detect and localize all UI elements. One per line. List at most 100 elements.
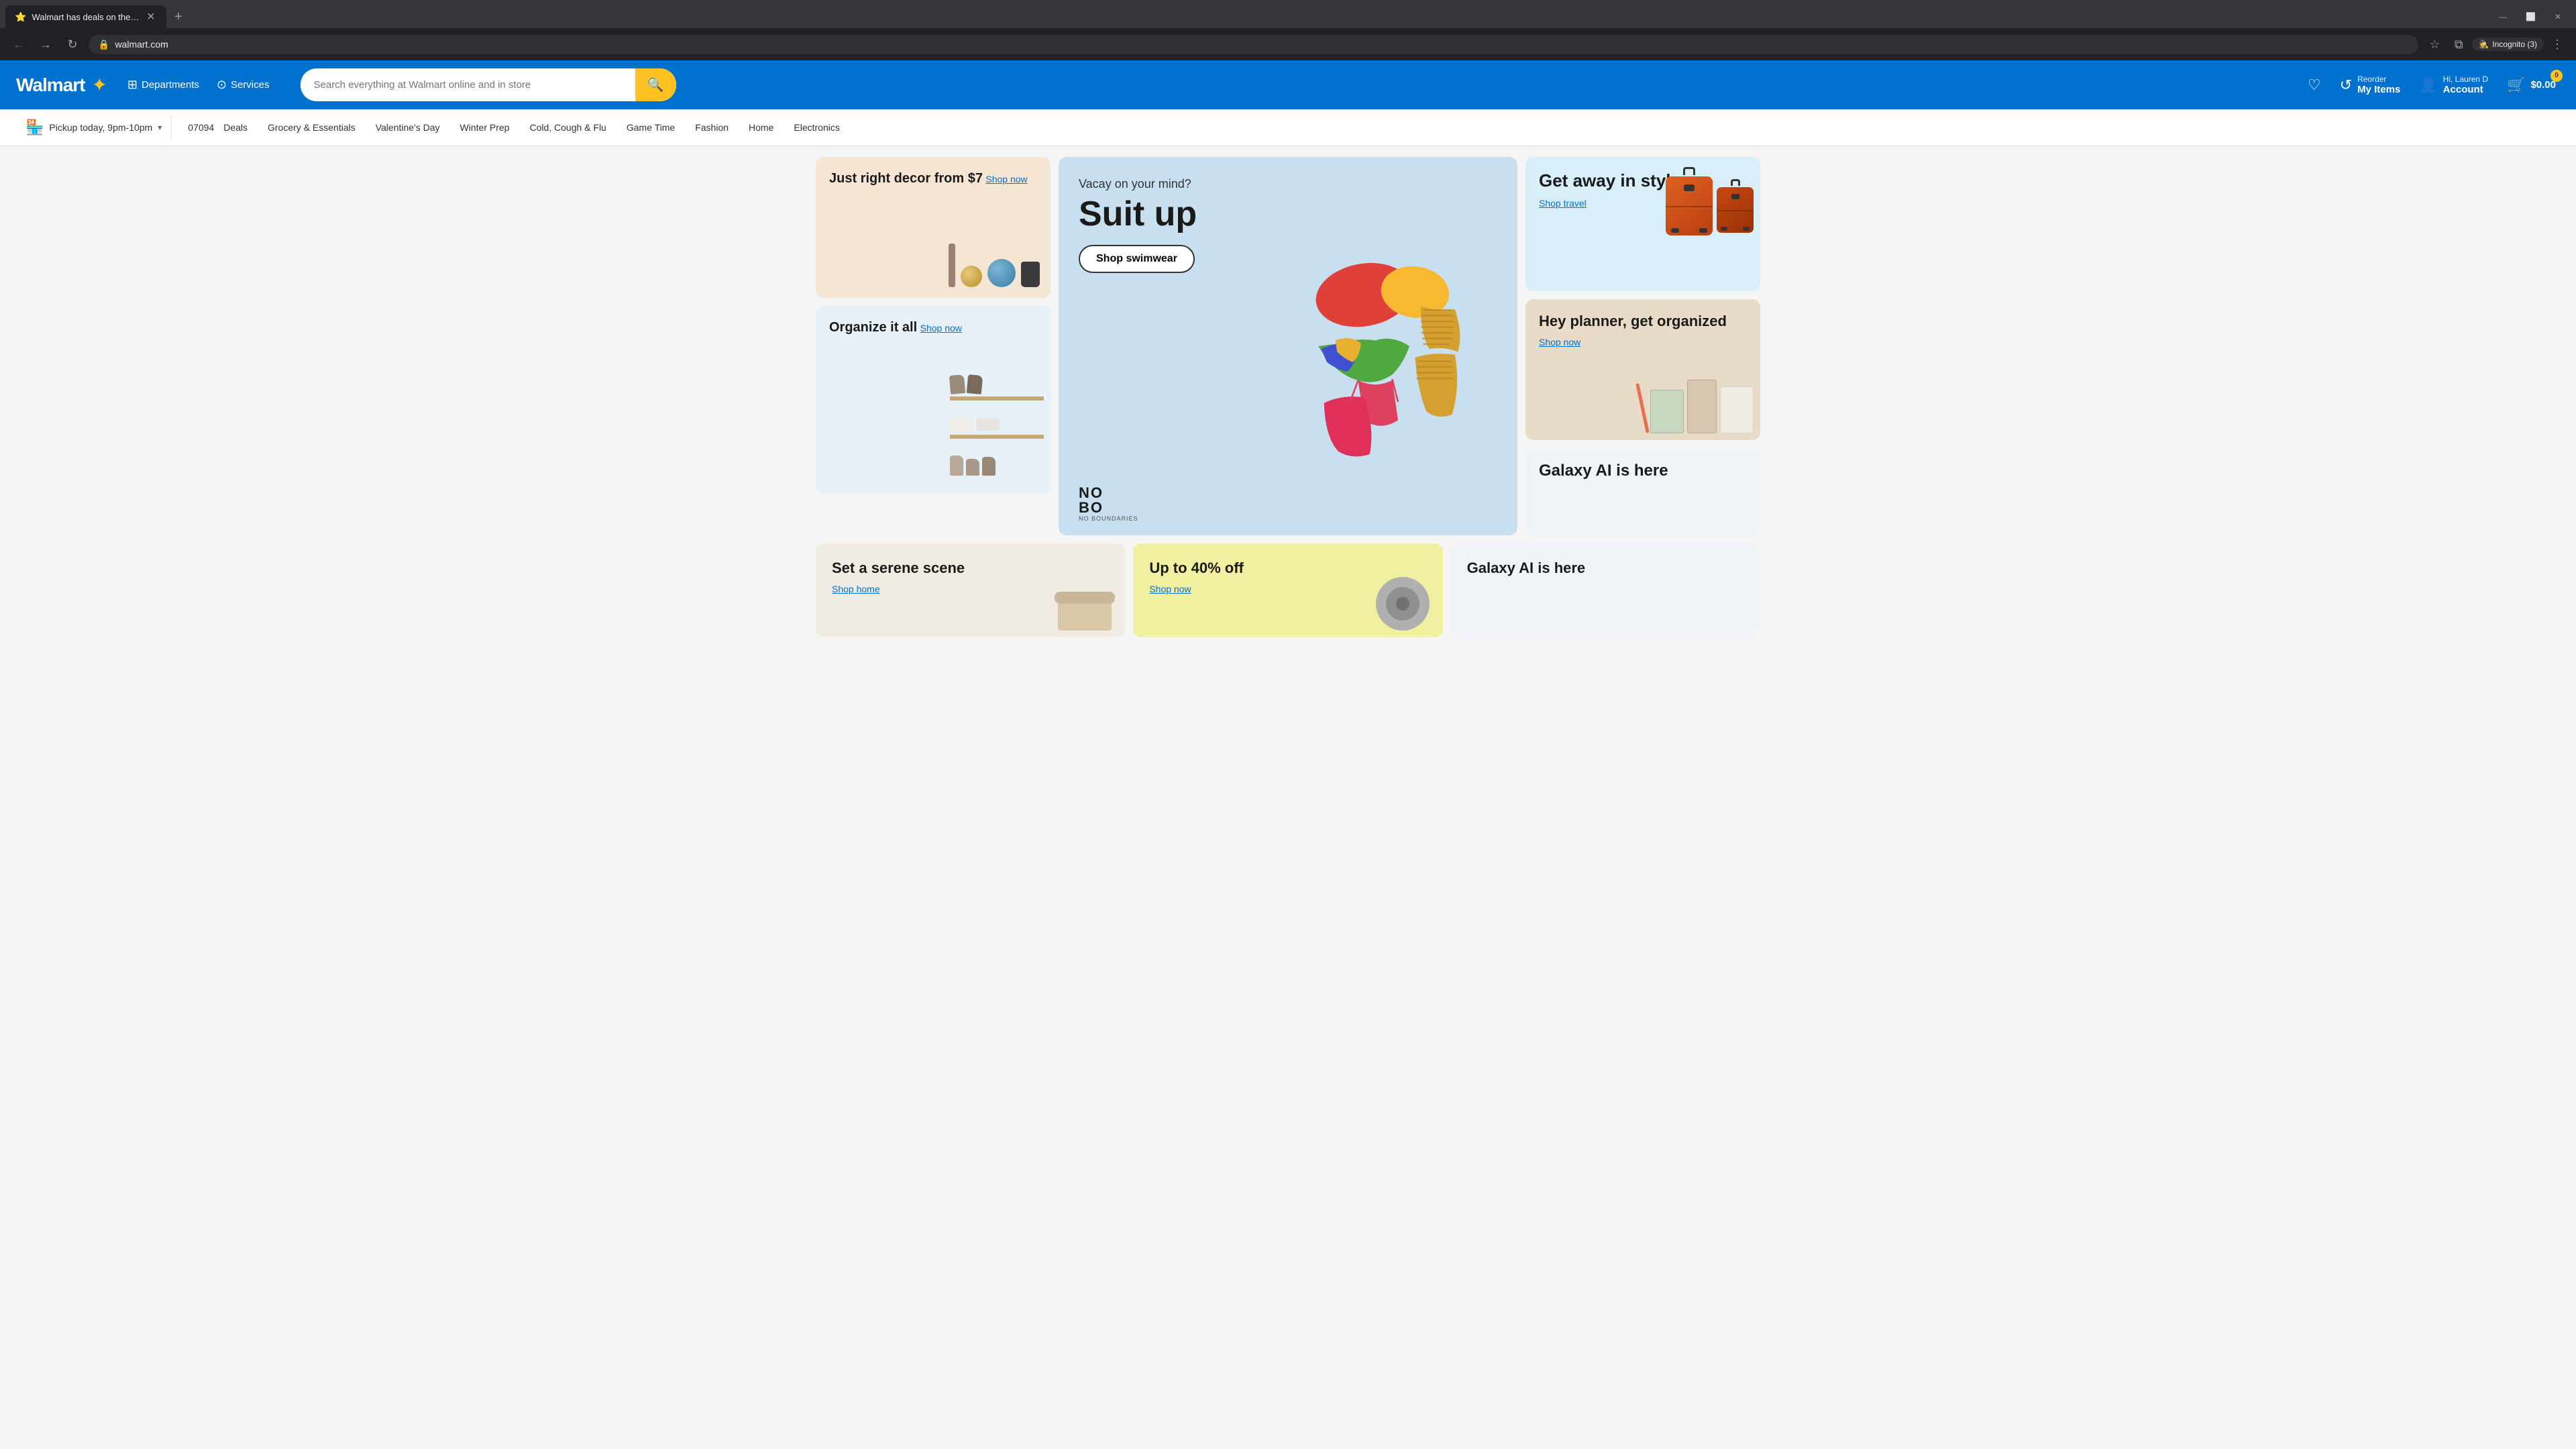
decor-title: Just right decor from $7 [829, 171, 983, 186]
subnav-grocery[interactable]: Grocery & Essentials [258, 118, 365, 137]
shoe-5 [982, 457, 996, 476]
cart-button[interactable]: 🛒 0 $0.00 [2503, 72, 2560, 98]
pickup-selector[interactable]: 🏪 Pickup today, 9pm-10pm ▾ [16, 115, 172, 140]
large-suitcase [1666, 167, 1713, 235]
notebook-1 [1650, 390, 1684, 433]
travel-shop-link[interactable]: Shop travel [1539, 198, 1587, 209]
subnav-electronics[interactable]: Electronics [784, 118, 849, 137]
brand-subtitle: NO BOUNDARIES [1079, 515, 1138, 522]
incognito-badge: 🕵 Incognito (3) [2472, 38, 2544, 51]
reload-button[interactable]: ↻ [62, 34, 83, 55]
account-button[interactable]: 👤 Hi, Lauren D Account [2415, 70, 2492, 99]
hero-title: Suit up [1079, 197, 1497, 231]
subnav-home[interactable]: Home [739, 118, 783, 137]
bookmark-button[interactable]: ☆ [2424, 34, 2445, 55]
browser-toolbar: ← → ↻ 🔒 ☆ ⧉ 🕵 Incognito (3) ⋮ [0, 28, 2576, 60]
close-button[interactable]: ✕ [2545, 9, 2571, 24]
departments-button[interactable]: ⊞ Departments [121, 74, 206, 96]
shoe-3 [950, 455, 963, 476]
shelf-visual [943, 360, 1051, 494]
reorder-text: Reorder My Items [2357, 74, 2400, 95]
planner-title: Hey planner, get organized [1539, 313, 1747, 330]
maximize-button[interactable]: ⬜ [2516, 9, 2545, 24]
subnav-game[interactable]: Game Time [617, 118, 684, 137]
organize-promo-card[interactable]: Organize it all Shop now [816, 306, 1051, 494]
decor-items [949, 244, 1040, 287]
shelves [943, 360, 1051, 494]
address-bar[interactable]: 🔒 [89, 35, 2418, 54]
tab-favicon: ⭐ [15, 11, 26, 23]
walmart-site: Walmart ✦ ⊞ Departments ⊙ Services 🔍 [0, 60, 2576, 648]
appliance-visual [1376, 577, 1430, 631]
minimize-button[interactable]: — [2489, 9, 2516, 24]
forward-button[interactable]: → [35, 34, 56, 55]
shop-swimwear-button[interactable]: Shop swimwear [1079, 245, 1195, 273]
header-main: Walmart ✦ ⊞ Departments ⊙ Services 🔍 [0, 60, 2576, 109]
services-button[interactable]: ⊙ Services [210, 74, 276, 96]
blue-sphere [987, 259, 1016, 287]
subnav-links: Deals Grocery & Essentials Valentine's D… [214, 118, 2560, 137]
hero-content: Vacay on your mind? Suit up Shop swimwea… [1059, 157, 1517, 286]
travel-promo-card[interactable]: Get away in style Shop travel [1525, 157, 1760, 291]
subnav-valentines[interactable]: Valentine's Day [366, 118, 449, 137]
new-tab-button[interactable]: + [169, 7, 188, 28]
suitcase-group [1666, 167, 1754, 235]
active-tab[interactable]: ⭐ Walmart has deals on the most... ✕ [5, 5, 166, 28]
walmart-logo[interactable]: Walmart ✦ [16, 74, 107, 96]
left-column: Just right decor from $7 Shop now Organi… [816, 157, 1051, 535]
towel-1 [950, 417, 973, 432]
serene-title: Set a serene scene [832, 559, 1109, 577]
right-column: Get away in style Shop travel [1525, 157, 1760, 535]
cart-count: 0 [2551, 70, 2563, 82]
grid-icon: ⊞ [127, 78, 138, 92]
galaxy-ai-promo-card[interactable]: Galaxy AI is here [1451, 543, 1760, 637]
serene-shop-link[interactable]: Shop home [832, 584, 880, 594]
search-bar[interactable]: 🔍 [301, 68, 676, 101]
reorder-button[interactable]: ↺ Reorder My Items [2336, 70, 2405, 99]
shelf-row-1 [950, 375, 1044, 400]
planner-promo-card[interactable]: Hey planner, get organized Shop now [1525, 299, 1760, 440]
brand-logo: NOBO NO BOUNDARIES [1079, 486, 1138, 522]
shoe-1 [949, 374, 965, 394]
suitcase-handle-sm [1731, 179, 1740, 186]
reorder-icon: ↺ [2340, 76, 2352, 94]
planner-shop-link[interactable]: Shop now [1539, 337, 1580, 347]
services-icon: ⊙ [217, 78, 227, 92]
back-button[interactable]: ← [8, 34, 30, 55]
account-title: Account [2443, 84, 2488, 95]
subnav-fashion[interactable]: Fashion [686, 118, 738, 137]
subnav-cold[interactable]: Cold, Cough & Flu [520, 118, 615, 137]
serene-promo-card[interactable]: Set a serene scene Shop home [816, 543, 1125, 637]
organize-shop-link[interactable]: Shop now [920, 323, 962, 333]
galaxy-promo-card[interactable]: Galaxy AI is here [1525, 448, 1760, 535]
center-hero[interactable]: Vacay on your mind? Suit up Shop swimwea… [1059, 157, 1517, 535]
subnav-deals[interactable]: Deals [214, 118, 257, 137]
discount-shop-link[interactable]: Shop now [1149, 584, 1191, 594]
notebook-2 [1687, 380, 1717, 433]
suitcase-handle-lg [1683, 167, 1695, 175]
wishlist-button[interactable]: ♡ [2304, 72, 2325, 98]
search-button[interactable]: 🔍 [635, 68, 676, 101]
pickup-text: Pickup today, 9pm-10pm [49, 122, 152, 133]
zipcode[interactable]: 07094 [188, 122, 214, 133]
dark-jar [1021, 262, 1040, 287]
decor-shop-link[interactable]: Shop now [985, 174, 1027, 184]
shoe-2 [967, 374, 983, 394]
discount-promo-card[interactable]: Up to 40% off Shop now [1133, 543, 1442, 637]
tab-title: Walmart has deals on the most... [32, 12, 140, 22]
departments-label: Departments [142, 79, 199, 91]
more-button[interactable]: ⋮ [2546, 34, 2568, 55]
url-input[interactable] [115, 39, 2409, 50]
walmart-header: Walmart ✦ ⊞ Departments ⊙ Services 🔍 [0, 60, 2576, 109]
header-actions: ♡ ↺ Reorder My Items 👤 Hi, Lauren D Acco… [2304, 70, 2560, 99]
shelf-row-2 [950, 417, 1044, 439]
account-text: Hi, Lauren D Account [2443, 74, 2488, 95]
reorder-title: My Items [2357, 84, 2400, 95]
reorder-label: Reorder [2357, 74, 2400, 84]
subnav-winter[interactable]: Winter Prep [451, 118, 519, 137]
search-input[interactable] [301, 71, 635, 99]
tab-close-button[interactable]: ✕ [145, 11, 157, 23]
lock-icon: 🔒 [98, 39, 109, 50]
decor-promo-card[interactable]: Just right decor from $7 Shop now [816, 157, 1051, 298]
split-view-button[interactable]: ⧉ [2448, 34, 2469, 55]
